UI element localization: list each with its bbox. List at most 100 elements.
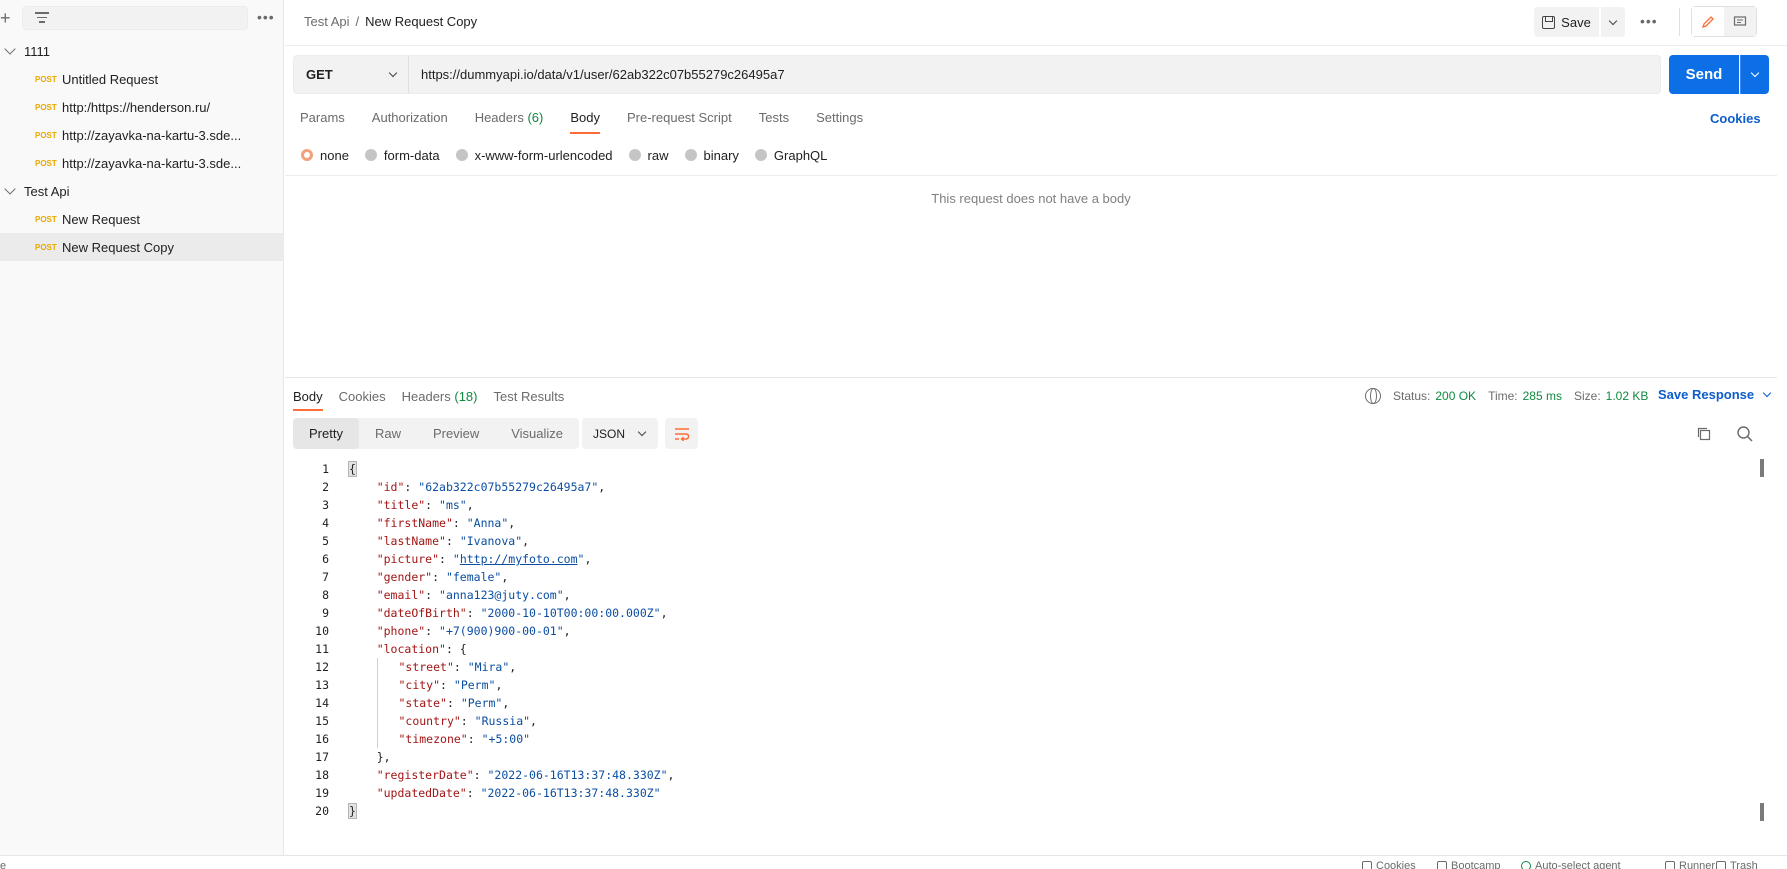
json-punctuation: , (563, 588, 571, 602)
tab-headers[interactable]: Headers (6) (475, 106, 544, 136)
filter-input[interactable] (22, 6, 248, 30)
request-item[interactable]: POST New Request (0, 205, 284, 233)
add-icon[interactable]: + (0, 8, 16, 28)
page-title[interactable]: New Request Copy (365, 14, 477, 29)
line-number: 10 (315, 624, 329, 638)
bootcamp-icon (1437, 861, 1447, 869)
response-divider[interactable] (285, 377, 1777, 378)
json-key: "updatedDate" (376, 786, 467, 800)
response-body-code[interactable]: 1{2 "id": "62ab322c07b55279c26495a7", 3 "… (293, 460, 1753, 820)
response-tab-cookies[interactable]: Cookies (339, 385, 386, 413)
url-bar: GET (293, 55, 1661, 94)
more-options-icon[interactable]: ••• (257, 9, 275, 25)
radio-dot (364, 149, 377, 161)
folder-item[interactable]: Test Api (0, 177, 284, 205)
save-response-label: Save Response (1658, 387, 1755, 402)
json-punctuation: }, (376, 750, 391, 764)
search-icon[interactable] (1736, 425, 1754, 443)
line-number: 12 (315, 660, 329, 674)
json-string: "2022-06-16T13:37:48.330Z" (487, 768, 668, 782)
radio-x-www-form-urlencoded[interactable]: x-www-form-urlencoded (455, 148, 613, 163)
more-actions-icon[interactable]: ••• (1640, 13, 1658, 29)
line-number: 5 (322, 534, 329, 548)
radio-raw[interactable]: raw (628, 148, 669, 163)
radio-binary[interactable]: binary (684, 148, 739, 163)
tab-authorization[interactable]: Authorization (372, 106, 448, 136)
line-number: 9 (322, 606, 329, 620)
size-value[interactable]: 1.02 KB (1606, 389, 1649, 403)
footer-bootcamp[interactable]: Bootcamp (1437, 860, 1501, 869)
request-item[interactable]: POST http:/https://henderson.ru/ (0, 93, 284, 121)
empty-body-message: This request does not have a body (931, 191, 1131, 206)
globe-icon[interactable] (1365, 388, 1381, 404)
tab-pre-request-script[interactable]: Pre-request Script (627, 106, 732, 136)
chevron-down-icon (4, 43, 16, 55)
line-number: 8 (322, 588, 329, 602)
code-line: 19 "updatedDate": "2022-06-16T13:37:48.3… (293, 784, 1753, 802)
footer-trash[interactable]: Trash (1716, 860, 1758, 869)
save-button[interactable]: Save (1534, 7, 1599, 37)
url-input[interactable] (409, 56, 1660, 93)
copy-icon[interactable] (1696, 426, 1712, 442)
format-select[interactable]: JSON (582, 418, 658, 449)
code-line: 18 "registerDate": "2022-06-16T13:37:48.… (293, 766, 1753, 784)
status-bar: e Cookies Bootcamp Auto-select agent Run… (0, 855, 1787, 869)
code-line: 10 "phone": "+7(900)900-00-01", (293, 622, 1753, 640)
radio-none[interactable]: none (301, 148, 349, 163)
status-value[interactable]: 200 OK (1435, 389, 1476, 403)
request-item[interactable]: POST New Request Copy (0, 233, 284, 261)
radio-graphql[interactable]: GraphQL (754, 148, 827, 163)
footer-runner[interactable]: Runner (1665, 860, 1715, 869)
request-item[interactable]: POST Untitled Request (0, 65, 284, 93)
breadcrumb-parent[interactable]: Test Api (304, 14, 350, 29)
scrollbar-thumb[interactable] (1760, 803, 1764, 821)
send-button[interactable]: Send (1669, 55, 1739, 94)
tab-settings[interactable]: Settings (816, 106, 863, 136)
code-content: "email": "anna123@juty.com", (329, 586, 571, 604)
scrollbar-thumb[interactable] (1760, 459, 1764, 477)
sidebar-toolbar: + ••• (0, 0, 283, 36)
view-visualize[interactable]: Visualize (495, 418, 579, 449)
edit-mode-button[interactable] (1692, 7, 1724, 36)
response-tabs: Body Cookies Headers (18) Test Results (293, 385, 580, 413)
tab-body[interactable]: Body (570, 106, 600, 136)
request-name: http:/https://henderson.ru/ (62, 99, 211, 115)
line-number: 2 (322, 480, 329, 494)
time-value[interactable]: 285 ms (1523, 389, 1562, 403)
tab-tests[interactable]: Tests (759, 106, 789, 136)
footer-cookies[interactable]: Cookies (1362, 860, 1416, 869)
method-badge: POST (35, 242, 57, 252)
request-item[interactable]: POST http://zayavka-na-kartu-3.sde... (0, 149, 284, 177)
json-key: "email" (376, 588, 426, 602)
response-tab-test-results[interactable]: Test Results (494, 385, 565, 413)
size-label: Size: (1573, 389, 1601, 403)
radio-dot (301, 149, 313, 161)
send-options-button[interactable] (1740, 55, 1769, 94)
view-raw[interactable]: Raw (359, 418, 417, 449)
view-preview[interactable]: Preview (417, 418, 495, 449)
response-tab-body[interactable]: Body (293, 385, 323, 413)
view-pretty[interactable]: Pretty (293, 418, 359, 449)
docs-mode-button[interactable] (1724, 7, 1756, 36)
response-tab-headers[interactable]: Headers (18) (402, 385, 478, 413)
request-item[interactable]: POST http://zayavka-na-kartu-3.sde... (0, 121, 284, 149)
footer-agent[interactable]: Auto-select agent (1521, 860, 1621, 869)
json-punctuation: : (445, 534, 460, 548)
radio-form-data[interactable]: form-data (364, 148, 440, 163)
folder-item[interactable]: 1111 (0, 37, 284, 65)
json-key: "country" (398, 714, 461, 728)
json-string: "Ivanova" (459, 534, 523, 548)
footer-label: Cookies (1376, 860, 1416, 869)
save-options-button[interactable] (1601, 7, 1625, 37)
method-select[interactable]: GET (294, 56, 409, 93)
json-link[interactable]: http://myfoto.com (460, 552, 578, 566)
code-line: 8 "email": "anna123@juty.com", (293, 586, 1753, 604)
footer-label: Bootcamp (1451, 860, 1501, 869)
tab-params[interactable]: Params (300, 106, 345, 136)
save-response-button[interactable]: Save Response (1658, 387, 1772, 402)
footer-label: Auto-select agent (1535, 860, 1621, 869)
cookies-link[interactable]: Cookies (1710, 111, 1761, 126)
wrap-lines-button[interactable] (665, 418, 698, 449)
view-mode-group: Pretty Raw Preview Visualize (293, 418, 580, 449)
tab-headers-label: Headers (474, 110, 524, 125)
